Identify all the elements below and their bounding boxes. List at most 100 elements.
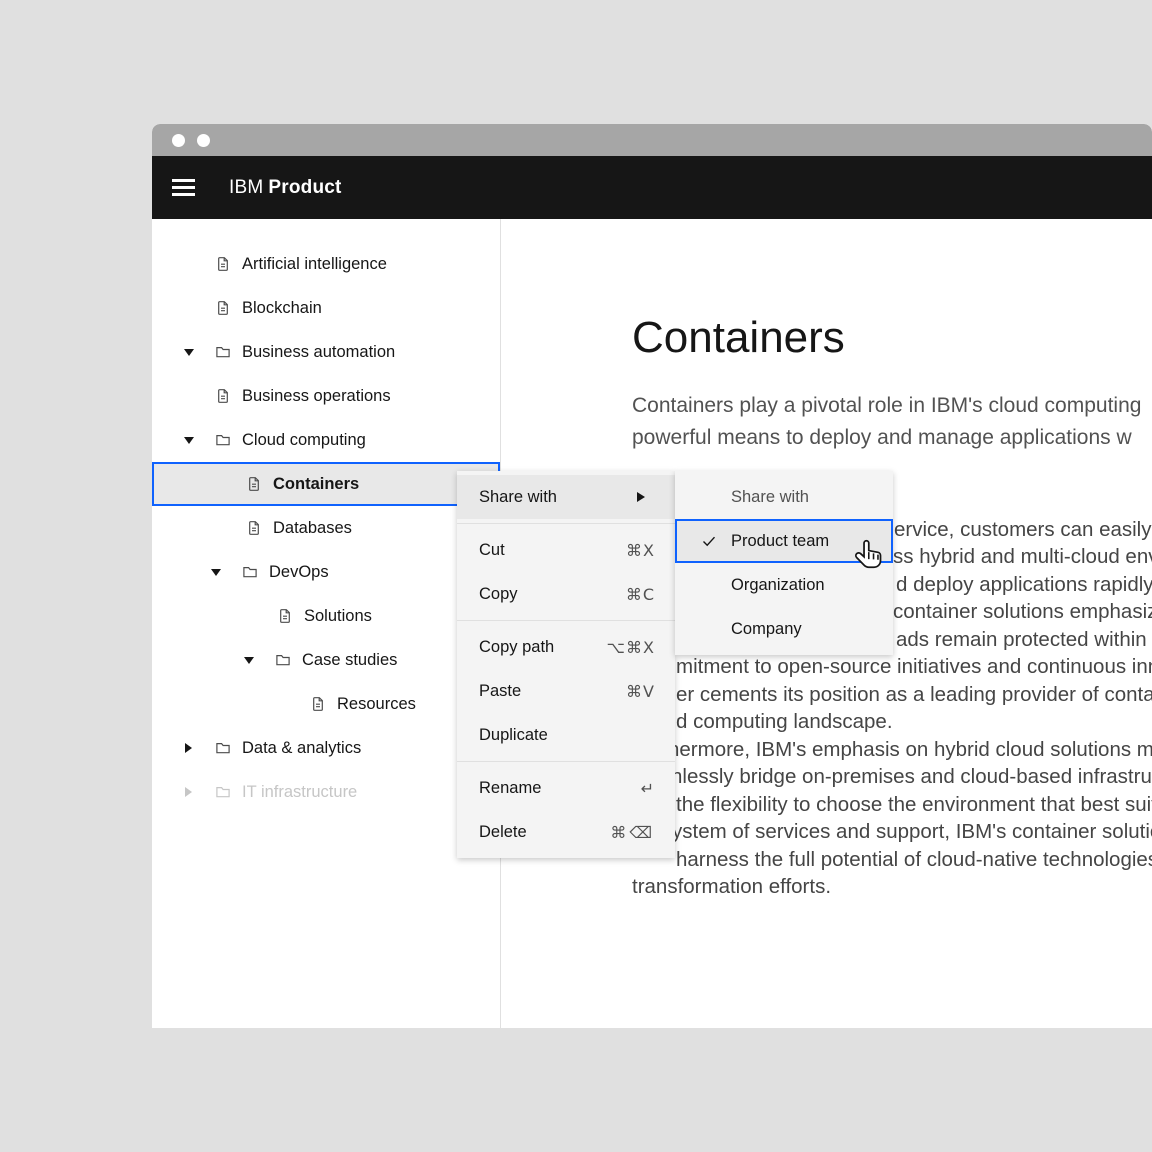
menu-divider — [457, 523, 675, 524]
submenu-arrow-icon — [637, 492, 645, 502]
menu-item-copy-path[interactable]: Copy path ⌥⌘X — [457, 625, 675, 669]
caret-down-icon[interactable] — [183, 437, 215, 444]
context-menu: Share with Cut ⌘X Copy ⌘C Copy path ⌥⌘X … — [457, 471, 675, 858]
tree-item-business-automation[interactable]: Business automation — [152, 330, 500, 374]
menu-item-label: Cut — [479, 541, 505, 560]
tree-item-case-studies[interactable]: Case studies — [152, 638, 500, 682]
tree-item-label: Blockchain — [242, 299, 322, 318]
intro-paragraph: Containers play a pivotal role in IBM's … — [632, 390, 1141, 454]
body-text-line: er cements its position as a leading pro… — [676, 681, 1152, 708]
window-control-dot[interactable] — [172, 134, 185, 147]
shortcut-label: ↵ — [641, 779, 655, 798]
menu-item-delete[interactable]: Delete ⌘⌫ — [457, 810, 675, 854]
sidebar-tree: Artificial intelligence Blockchain Busin… — [152, 219, 501, 1028]
menu-item-label: Delete — [479, 823, 527, 842]
tree-item-label: Business operations — [242, 387, 391, 406]
submenu-header-label: Share with — [731, 488, 809, 507]
folder-icon — [242, 564, 258, 580]
folder-icon — [215, 432, 231, 448]
body-text-line: ervice, customers can easily d — [894, 516, 1152, 543]
document-icon — [277, 608, 293, 624]
body-text-line: ads remain protected within t — [896, 626, 1152, 653]
tree-item-label: Cloud computing — [242, 431, 366, 450]
body-text-line: d deploy applications rapidly, — [896, 571, 1152, 598]
tree-item-label: Business automation — [242, 343, 395, 362]
folder-icon — [215, 740, 231, 756]
pointer-hand-cursor — [852, 538, 890, 583]
menu-item-label: Copy — [479, 585, 518, 604]
menu-hamburger-icon[interactable] — [172, 176, 195, 198]
document-icon — [215, 388, 231, 404]
menu-item-label: Share with — [479, 488, 557, 507]
menu-item-duplicate[interactable]: Duplicate — [457, 713, 675, 757]
body-text-line: transformation efforts. — [632, 873, 831, 900]
tree-item-databases[interactable]: Databases — [152, 506, 500, 550]
menu-item-rename[interactable]: Rename ↵ — [457, 766, 675, 810]
folder-icon — [275, 652, 291, 668]
menu-item-paste[interactable]: Paste ⌘V — [457, 669, 675, 713]
menu-item-copy[interactable]: Copy ⌘C — [457, 572, 675, 616]
caret-down-icon[interactable] — [183, 349, 215, 356]
tree-item-devops[interactable]: DevOps — [152, 550, 500, 594]
tree-item-containers-selected[interactable]: Containers — [152, 462, 500, 506]
shortcut-label: ⌥⌘X — [607, 638, 655, 657]
document-icon — [246, 520, 262, 536]
body-text-line: harness the full potential of cloud-nati… — [676, 846, 1152, 873]
menu-divider — [457, 761, 675, 762]
caret-right-icon[interactable] — [183, 743, 215, 753]
shortcut-label: ⌘X — [626, 541, 655, 560]
document-icon — [215, 256, 231, 272]
body-text-line: hermore, IBM's emphasis on hybrid cloud … — [668, 736, 1152, 763]
tree-item-data-analytics[interactable]: Data & analytics — [152, 726, 500, 770]
body-text-line: d computing landscape. — [676, 708, 893, 735]
app-window: IBM Product Artificial intelligence Bloc… — [152, 124, 1152, 1028]
submenu-header: Share with — [675, 475, 893, 519]
menu-item-label: Paste — [479, 682, 521, 701]
brand-prefix: IBM — [229, 177, 263, 199]
tree-item-solutions[interactable]: Solutions — [152, 594, 500, 638]
body-text-line: ystem of services and support, IBM's con… — [672, 818, 1152, 845]
caret-down-icon[interactable] — [243, 657, 275, 664]
window-control-dot[interactable] — [197, 134, 210, 147]
tree-item-label: Solutions — [304, 607, 372, 626]
submenu-item-label: Product team — [731, 532, 829, 551]
menu-item-share-with[interactable]: Share with — [457, 475, 675, 519]
tree-item-label: DevOps — [269, 563, 329, 582]
caret-down-icon[interactable] — [210, 569, 242, 576]
submenu-item-company[interactable]: Company — [675, 607, 893, 651]
tree-item-artificial-intelligence[interactable]: Artificial intelligence — [152, 242, 500, 286]
tree-item-label: Resources — [337, 695, 416, 714]
tree-item-label: IT infrastructure — [242, 783, 357, 802]
intro-line: Containers play a pivotal role in IBM's … — [632, 390, 1141, 422]
brand-name: Product — [268, 177, 341, 199]
tree-item-business-operations[interactable]: Business operations — [152, 374, 500, 418]
tree-item-blockchain[interactable]: Blockchain — [152, 286, 500, 330]
menu-item-label: Duplicate — [479, 726, 548, 745]
document-icon — [215, 300, 231, 316]
submenu-item-label: Organization — [731, 576, 825, 595]
tree-item-resources[interactable]: Resources — [152, 682, 500, 726]
tree-item-it-infrastructure[interactable]: IT infrastructure — [152, 770, 500, 814]
body-text-line: the flexibility to choose the environmen… — [676, 791, 1152, 818]
menu-item-label: Copy path — [479, 638, 554, 657]
body-text-line: container solutions emphasize — [893, 598, 1152, 625]
menu-divider — [457, 620, 675, 621]
shortcut-label: ⌘V — [626, 682, 655, 701]
menu-item-label: Rename — [479, 779, 541, 798]
body-text-line: mitment to open-source initiatives and c… — [676, 653, 1152, 680]
tree-item-label: Case studies — [302, 651, 397, 670]
tree-item-label: Databases — [273, 519, 352, 538]
document-icon — [246, 476, 262, 492]
shortcut-label: ⌘⌫ — [610, 823, 655, 842]
tree-item-label: Data & analytics — [242, 739, 361, 758]
tree-item-label: Containers — [273, 475, 359, 494]
menu-item-cut[interactable]: Cut ⌘X — [457, 528, 675, 572]
window-titlebar[interactable] — [152, 124, 1152, 156]
document-icon — [310, 696, 326, 712]
tree-item-label: Artificial intelligence — [242, 255, 387, 274]
tree-item-cloud-computing[interactable]: Cloud computing — [152, 418, 500, 462]
app-header: IBM Product — [152, 156, 1152, 219]
page-title: Containers — [632, 316, 845, 360]
caret-right-icon — [183, 787, 215, 797]
folder-icon — [215, 344, 231, 360]
